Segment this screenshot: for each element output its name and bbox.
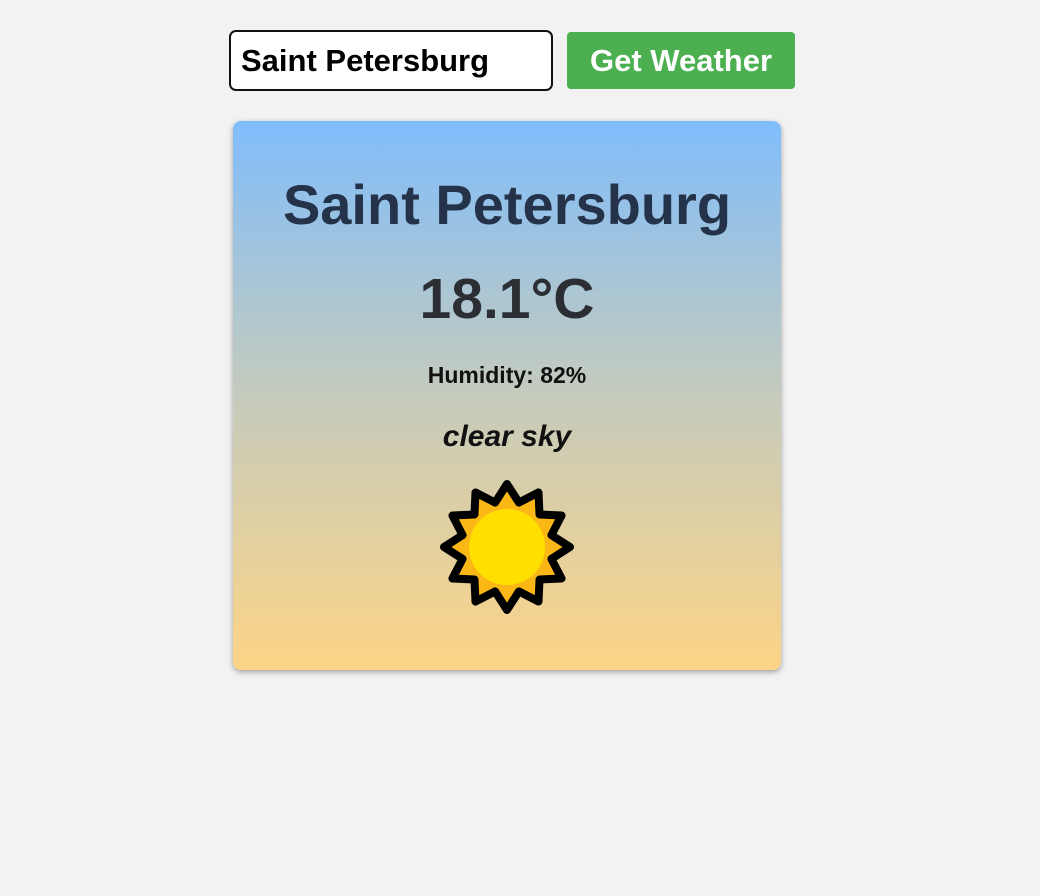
humidity: Humidity: 82%: [427, 362, 587, 388]
weather-card: Saint Petersburg 18.1°C Humidity: 82% cl…: [233, 121, 781, 670]
city-input[interactable]: [229, 30, 553, 91]
temperature: 18.1°C: [419, 267, 595, 331]
sun-icon: [440, 480, 574, 614]
weather-description: clear sky: [442, 420, 572, 453]
get-weather-button[interactable]: Get Weather: [567, 32, 795, 89]
city-name: Saint Petersburg: [282, 173, 732, 236]
